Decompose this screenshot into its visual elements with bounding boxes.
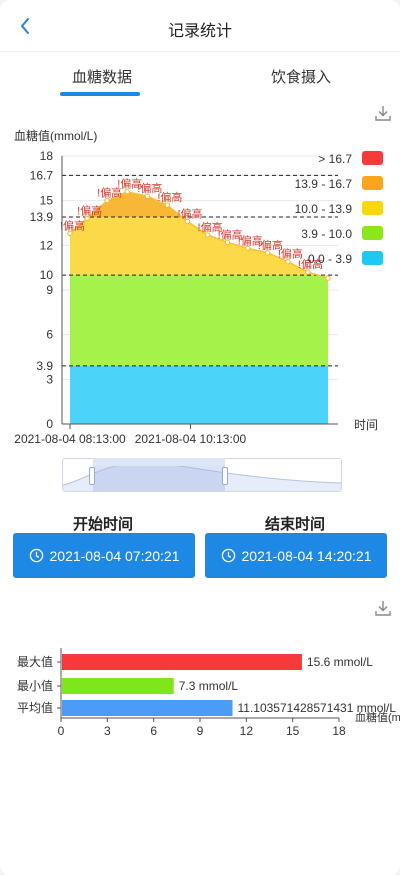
bar	[62, 678, 174, 694]
tab-blood-glucose[interactable]: 血糖数据	[72, 66, 132, 87]
high-warning-label: !偏高	[77, 204, 102, 218]
start-time-value: 2021-08-04 07:20:21	[49, 547, 180, 564]
bar-category-label: 最大值	[17, 654, 53, 669]
bar-x-tick-label: 15	[286, 724, 300, 738]
slider-drag-bar[interactable]	[93, 458, 225, 466]
record-stats-page: 记录统计 血糖数据 饮食摄入 血糖值(mmol/L) 0 3 3.9 6 9 10 12 13.…	[0, 0, 400, 875]
slider-handle-left[interactable]	[89, 467, 95, 485]
y-tick-label: 13.9	[30, 210, 54, 224]
bar	[62, 700, 233, 716]
bar	[62, 654, 302, 670]
legend-label: 3.9 - 10.0	[301, 227, 352, 241]
x-axis-label: 时间	[354, 418, 378, 432]
active-tab-indicator	[60, 92, 140, 96]
x-tick-label: 2021-08-04 10:13:00	[135, 432, 247, 446]
data-point	[325, 275, 331, 281]
download-icon	[375, 601, 391, 616]
y-tick-label: 9	[46, 283, 53, 297]
bar-category-label: 平均值	[17, 700, 53, 715]
bar-x-axis-label: 血糖值(mmol/L)	[355, 710, 400, 724]
y-tick-label: 12	[40, 238, 54, 252]
bar-x-tick-label: 0	[58, 724, 65, 738]
range-band	[70, 365, 328, 424]
nav-bar: 记录统计	[0, 0, 400, 52]
page-title: 记录统计	[167, 23, 232, 40]
legend-swatch	[362, 251, 383, 265]
high-warning-label: !偏高	[177, 207, 202, 221]
clock-icon	[221, 548, 235, 563]
bar-x-tick-label: 12	[240, 724, 254, 738]
data-zoom-slider[interactable]	[62, 458, 342, 492]
legend-label: 10.0 - 13.9	[295, 202, 353, 216]
x-tick-label: 2021-08-04 08:13:00	[14, 432, 126, 446]
bar-x-tick-label: 9	[197, 724, 204, 738]
y-tick-label: 3	[46, 372, 53, 386]
legend-swatch	[362, 176, 383, 190]
bar-x-tick-label: 6	[150, 724, 157, 738]
legend-label: > 16.7	[318, 152, 352, 166]
high-warning-label: !偏高	[60, 218, 85, 232]
bar-value-label: 7.3 mmol/L	[179, 679, 239, 693]
y-tick-label: 10	[40, 268, 54, 282]
range-band	[70, 275, 328, 366]
bar-x-tick-label: 18	[332, 724, 346, 738]
legend-swatch	[362, 226, 383, 240]
high-warning-label: !偏高	[157, 190, 182, 204]
y-tick-label: 6	[46, 328, 53, 342]
bar-value-label: 15.6 mmol/L	[307, 655, 373, 669]
glucose-summary-bar-chart: 最大值 15.6 mmol/L最小值 7.3 mmol/L平均值 11.1035714…	[17, 648, 400, 738]
start-time-label: 开始时间	[73, 516, 134, 533]
y-axis-label: 血糖值(mmol/L)	[14, 128, 97, 143]
legend-label: 0.0 - 3.9	[308, 252, 352, 266]
glucose-area-chart: 血糖值(mmol/L)033.969101213.91516.718!偏高!偏高…	[14, 128, 383, 446]
y-tick-label: 0	[46, 417, 53, 431]
y-tick-label: 18	[40, 149, 54, 163]
legend-label: 13.9 - 16.7	[295, 177, 353, 191]
y-tick-label: 3.9	[36, 359, 53, 373]
clock-icon	[29, 548, 43, 563]
slider-handle-right[interactable]	[222, 467, 228, 485]
tab-diet-intake[interactable]: 饮食摄入	[271, 66, 331, 87]
y-tick-label: 15	[40, 194, 54, 208]
legend-swatch	[362, 201, 383, 215]
start-time-button[interactable]: 2021-08-04 07:20:21	[13, 533, 195, 578]
legend-swatch	[362, 151, 383, 165]
download-bar-chart-button[interactable]	[374, 599, 392, 617]
range-band	[62, 156, 338, 175]
y-tick-label: 16.7	[30, 168, 54, 182]
bar-category-label: 最小值	[17, 678, 53, 693]
end-time-value: 2021-08-04 14:20:21	[241, 547, 372, 564]
end-time-button[interactable]: 2021-08-04 14:20:21	[205, 533, 387, 578]
end-time-label: 结束时间	[265, 516, 326, 533]
bar-x-tick-label: 3	[104, 724, 111, 738]
